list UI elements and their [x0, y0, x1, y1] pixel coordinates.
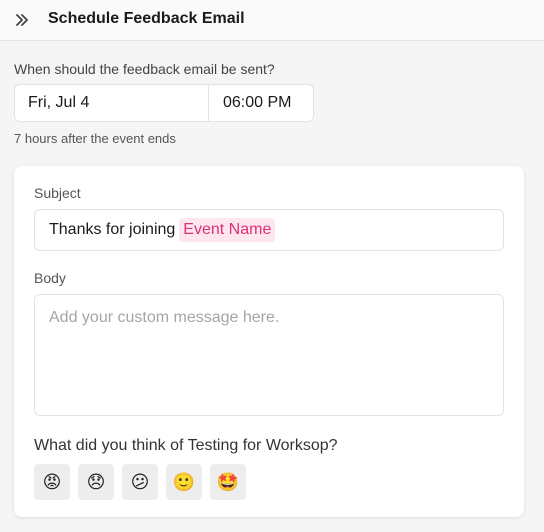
- send-datetime-picker: Fri, Jul 4 06:00 PM: [14, 84, 314, 122]
- smiling-face-icon: 🙂: [172, 471, 196, 493]
- send-time-helper: 7 hours after the event ends: [14, 131, 176, 146]
- rating-smiling-button[interactable]: 🙂: [166, 464, 202, 500]
- angry-face-icon: 😡: [42, 471, 62, 493]
- panel-header: Schedule Feedback Email: [0, 0, 544, 41]
- confused-face-icon: 😕: [130, 471, 150, 493]
- star-struck-face-icon: 🤩: [216, 471, 240, 493]
- date-field[interactable]: Fri, Jul 4: [15, 85, 209, 121]
- time-field[interactable]: 06:00 PM: [209, 85, 313, 121]
- rating-disappointed-button[interactable]: 😞: [78, 464, 114, 500]
- collapse-panel-button[interactable]: [10, 8, 34, 32]
- disappointed-face-icon: 😞: [86, 471, 106, 493]
- subject-input[interactable]: Thanks for joining Event Name: [34, 209, 504, 251]
- body-textarea[interactable]: Add your custom message here.: [34, 294, 504, 416]
- email-card: Subject Thanks for joining Event Name Bo…: [14, 166, 524, 517]
- rating-options: 😡 😞 😕 🙂 🤩: [34, 464, 246, 500]
- rating-question: What did you think of Testing for Workso…: [34, 437, 338, 454]
- rating-star-struck-button[interactable]: 🤩: [210, 464, 246, 500]
- event-name-token[interactable]: Event Name: [179, 218, 276, 242]
- body-label: Body: [34, 270, 66, 286]
- double-chevron-right-icon: [16, 14, 28, 26]
- send-time-question: When should the feedback email be sent?: [14, 61, 275, 77]
- rating-angry-button[interactable]: 😡: [34, 464, 70, 500]
- panel-title: Schedule Feedback Email: [48, 10, 245, 27]
- rating-confused-button[interactable]: 😕: [122, 464, 158, 500]
- subject-label: Subject: [34, 185, 81, 201]
- subject-text: Thanks for joining: [49, 221, 176, 238]
- body-placeholder: Add your custom message here.: [49, 309, 280, 326]
